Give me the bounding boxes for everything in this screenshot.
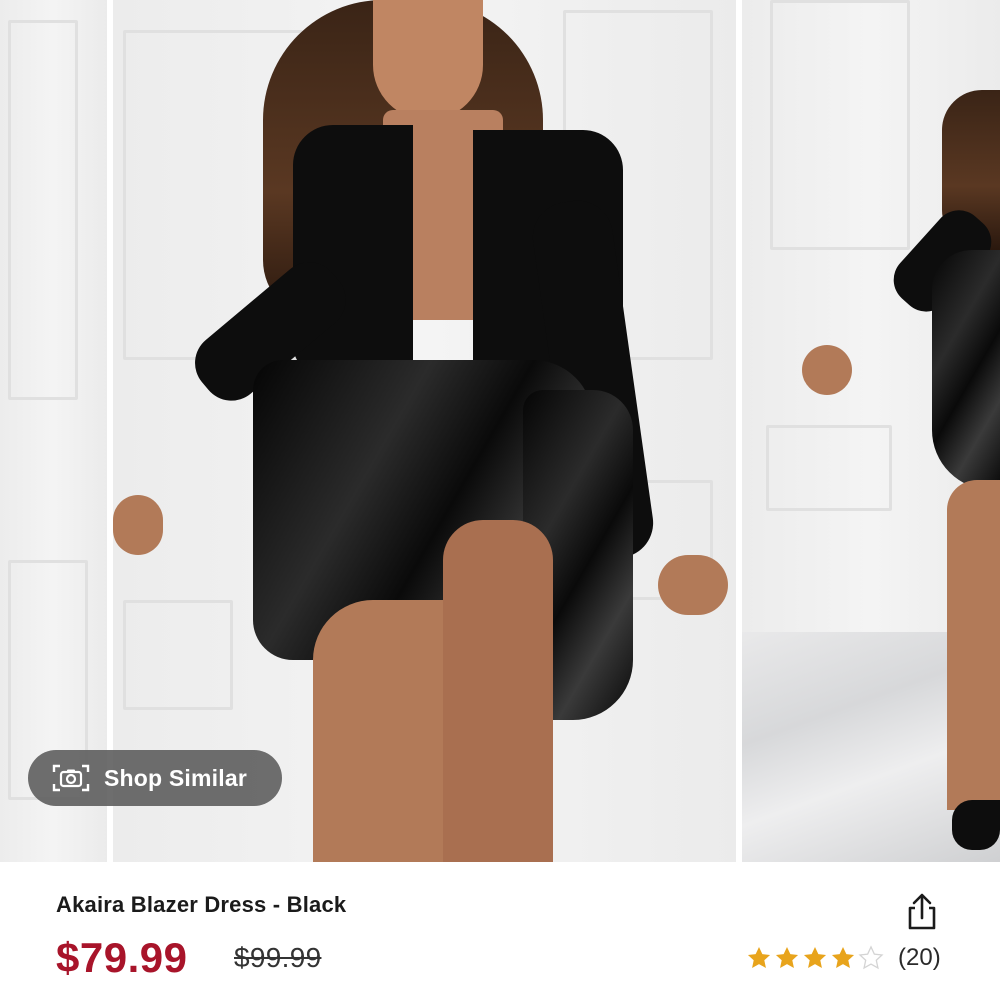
original-price: $99.99 (234, 942, 322, 973)
star-icon (831, 946, 855, 968)
product-info: Akaira Blazer Dress - Black $79.99 $99.9… (0, 862, 1000, 1000)
review-count[interactable]: (20) (898, 944, 941, 972)
carousel-slide-next[interactable] (742, 0, 1000, 862)
share-icon (908, 893, 936, 930)
camera-scan-icon (52, 764, 90, 792)
product-image-carousel[interactable]: Shop Similar (0, 0, 1000, 862)
star-icon (803, 946, 827, 968)
star-icon (775, 946, 799, 968)
product-title: Akaira Blazer Dress - Black (56, 892, 347, 917)
carousel-slide-current[interactable] (113, 0, 736, 862)
carousel-slide-previous[interactable] (0, 0, 107, 862)
shop-similar-button[interactable]: Shop Similar (28, 750, 282, 806)
share-button[interactable] (900, 890, 944, 934)
star-empty-icon (858, 945, 884, 970)
star-icon (747, 946, 771, 968)
sale-price: $79.99 (56, 934, 188, 981)
rating-stars (746, 945, 884, 971)
shop-similar-label: Shop Similar (104, 764, 247, 791)
product-rating[interactable]: (20) (746, 944, 941, 972)
